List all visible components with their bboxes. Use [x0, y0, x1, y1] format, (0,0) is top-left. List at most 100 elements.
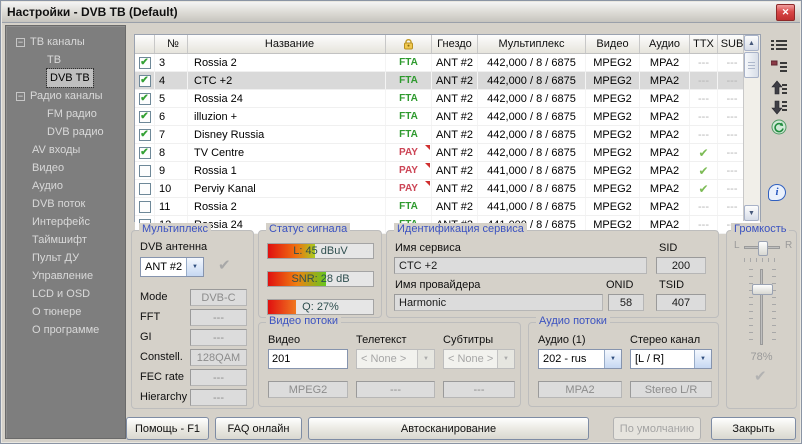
select-all-button[interactable] [767, 37, 791, 55]
channel-checkbox-cell [135, 162, 155, 179]
sidebar-item[interactable]: DVB радио [6, 123, 125, 141]
scrambled-corner-icon [425, 163, 430, 168]
channel-video-cell: MPEG2 [586, 90, 640, 107]
sidebar-item[interactable]: −ТВ каналы [6, 33, 125, 51]
table-scrollbar[interactable]: ▲ ▼ [743, 35, 760, 221]
header-video[interactable]: Видео [586, 35, 640, 53]
refresh-button[interactable] [767, 118, 791, 136]
sidebar-item[interactable]: Управление [6, 267, 125, 285]
sidebar-item[interactable]: Интерфейс [6, 213, 125, 231]
close-button[interactable]: ✕ [776, 4, 795, 21]
video-streams-panel: Видео потоки Видео Телетекст Субтитры < … [258, 322, 521, 407]
move-down-button[interactable] [767, 98, 791, 116]
sidebar-item-label: FM радио [47, 105, 97, 123]
sidebar-item-label: Радио каналы [30, 87, 103, 105]
autoscan-button[interactable]: Автосканирование [308, 417, 589, 440]
chevron-down-icon[interactable]: ▼ [186, 258, 203, 276]
channel-row[interactable]: 9Rossia 1PAYANT #2441,000 / 8 / 6875MPEG… [135, 162, 760, 180]
help-button[interactable]: Помощь - F1 [126, 417, 209, 440]
faq-button[interactable]: FAQ онлайн [215, 417, 302, 440]
channel-checkbox[interactable]: ✔ [139, 93, 151, 105]
channel-access-cell: FTA [386, 198, 432, 215]
channel-multiplex-cell: 442,000 / 8 / 6875 [478, 126, 586, 143]
channel-row[interactable]: ✔8TV CentrePAYANT #2442,000 / 8 / 6875MP… [135, 144, 760, 162]
stereo-channel-select[interactable]: [L / R] ▼ [630, 349, 712, 369]
channel-table-body: ✔3Rossia 2FTAANT #2442,000 / 8 / 6875MPE… [135, 54, 760, 234]
sidebar-item[interactable]: Пульт ДУ [6, 249, 125, 267]
channel-checkbox[interactable]: ✔ [139, 75, 151, 87]
close-window-button[interactable]: Закрыть [711, 417, 796, 440]
mux-field-value: --- [190, 329, 247, 346]
channel-row[interactable]: ✔4CTC +2FTAANT #2442,000 / 8 / 6875MPEG2… [135, 72, 760, 90]
channel-checkbox[interactable] [139, 165, 151, 177]
move-up-button[interactable] [767, 78, 791, 96]
sidebar-item[interactable]: DVB ТВ [6, 69, 125, 87]
channel-checkbox[interactable]: ✔ [139, 111, 151, 123]
channel-checkbox[interactable]: ✔ [139, 147, 151, 159]
header-ttx[interactable]: TTX [690, 35, 718, 53]
channel-row[interactable]: ✔3Rossia 2FTAANT #2442,000 / 8 / 6875MPE… [135, 54, 760, 72]
volume-slider[interactable] [760, 269, 763, 345]
sidebar-item[interactable]: AV входы [6, 141, 125, 159]
antenna-select[interactable]: ANT #2 ▼ [140, 257, 204, 277]
titlebar[interactable]: Настройки - DVB ТВ (Default) ✕ [2, 2, 800, 23]
channel-sub-cell: --- [718, 108, 746, 125]
sidebar-item[interactable]: LCD и OSD [6, 285, 125, 303]
sidebar-item[interactable]: О программе [6, 321, 125, 339]
channel-checkbox[interactable]: ✔ [139, 129, 151, 141]
enabled-check-icon: ✔ [698, 146, 708, 160]
header-sub[interactable]: SUB [718, 35, 746, 53]
header-access[interactable] [386, 35, 432, 53]
channel-row[interactable]: ✔5Rossia 24FTAANT #2442,000 / 8 / 6875MP… [135, 90, 760, 108]
sidebar-item[interactable]: Таймшифт [6, 231, 125, 249]
sidebar-item[interactable]: О тюнере [6, 303, 125, 321]
channel-row[interactable]: ✔6illuzion +FTAANT #2442,000 / 8 / 6875M… [135, 108, 760, 126]
audio-codec-field: MPA2 [538, 381, 622, 398]
video-codec-field: MPEG2 [268, 381, 348, 398]
channel-checkbox[interactable]: ✔ [139, 57, 151, 69]
unselect-button[interactable] [767, 58, 791, 76]
chevron-down-icon[interactable]: ▼ [604, 350, 621, 368]
channel-number-cell: 11 [155, 198, 188, 215]
chevron-down-icon[interactable]: ▼ [694, 350, 711, 368]
scroll-up-button[interactable]: ▲ [744, 35, 759, 51]
channel-multiplex-cell: 442,000 / 8 / 6875 [478, 108, 586, 125]
tsid-label: TSID [659, 279, 684, 291]
channel-checkbox[interactable] [139, 183, 151, 195]
header-checkbox-column[interactable] [135, 35, 155, 53]
channel-socket-cell: ANT #2 [432, 72, 478, 89]
info-button[interactable]: i [765, 183, 789, 201]
channel-socket-cell: ANT #2 [432, 180, 478, 197]
video-pid-input[interactable] [268, 349, 348, 369]
scrollbar-thumb[interactable] [744, 52, 759, 78]
sidebar-item[interactable]: Аудио [6, 177, 125, 195]
subtitles-info-field: --- [443, 381, 515, 398]
channel-row[interactable]: ✔7Disney RussiaFTAANT #2442,000 / 8 / 68… [135, 126, 760, 144]
channel-checkbox[interactable] [139, 201, 151, 213]
header-socket[interactable]: Гнездо [432, 35, 478, 53]
header-multiplex[interactable]: Мультиплекс [478, 35, 586, 53]
sidebar-item[interactable]: ТВ [6, 51, 125, 69]
video-pid-label: Видео [268, 334, 300, 346]
expand-collapse-icon[interactable]: − [16, 92, 25, 101]
header-name[interactable]: Название [188, 35, 386, 53]
channel-row[interactable]: 10Perviy KanalPAYANT #2441,000 / 8 / 687… [135, 180, 760, 198]
header-number[interactable]: № [155, 35, 188, 53]
expand-collapse-icon[interactable]: − [16, 38, 25, 47]
balance-slider-thumb[interactable] [758, 241, 768, 256]
defaults-button: По умолчанию [613, 417, 701, 440]
sidebar-item[interactable]: FM радио [6, 105, 125, 123]
sidebar-item-label: DVB радио [47, 123, 104, 141]
sidebar-item[interactable]: Видео [6, 159, 125, 177]
audio-streams-panel: Аудио потоки Аудио (1) Стерео канал 202 … [528, 322, 719, 407]
audio-pid-select[interactable]: 202 - rus ▼ [538, 349, 622, 369]
sidebar-item[interactable]: DVB поток [6, 195, 125, 213]
sidebar-item[interactable]: −Радио каналы [6, 87, 125, 105]
volume-slider-thumb[interactable] [752, 284, 773, 295]
channel-name-cell: TV Centre [188, 144, 386, 161]
dash-placeholder: --- [698, 111, 709, 123]
scroll-down-button[interactable]: ▼ [744, 205, 759, 221]
channel-row[interactable]: 11Rossia 2FTAANT #2441,000 / 8 / 6875MPE… [135, 198, 760, 216]
header-audio[interactable]: Аудио [640, 35, 690, 53]
stereo-channel-label: Стерео канал [630, 334, 700, 346]
